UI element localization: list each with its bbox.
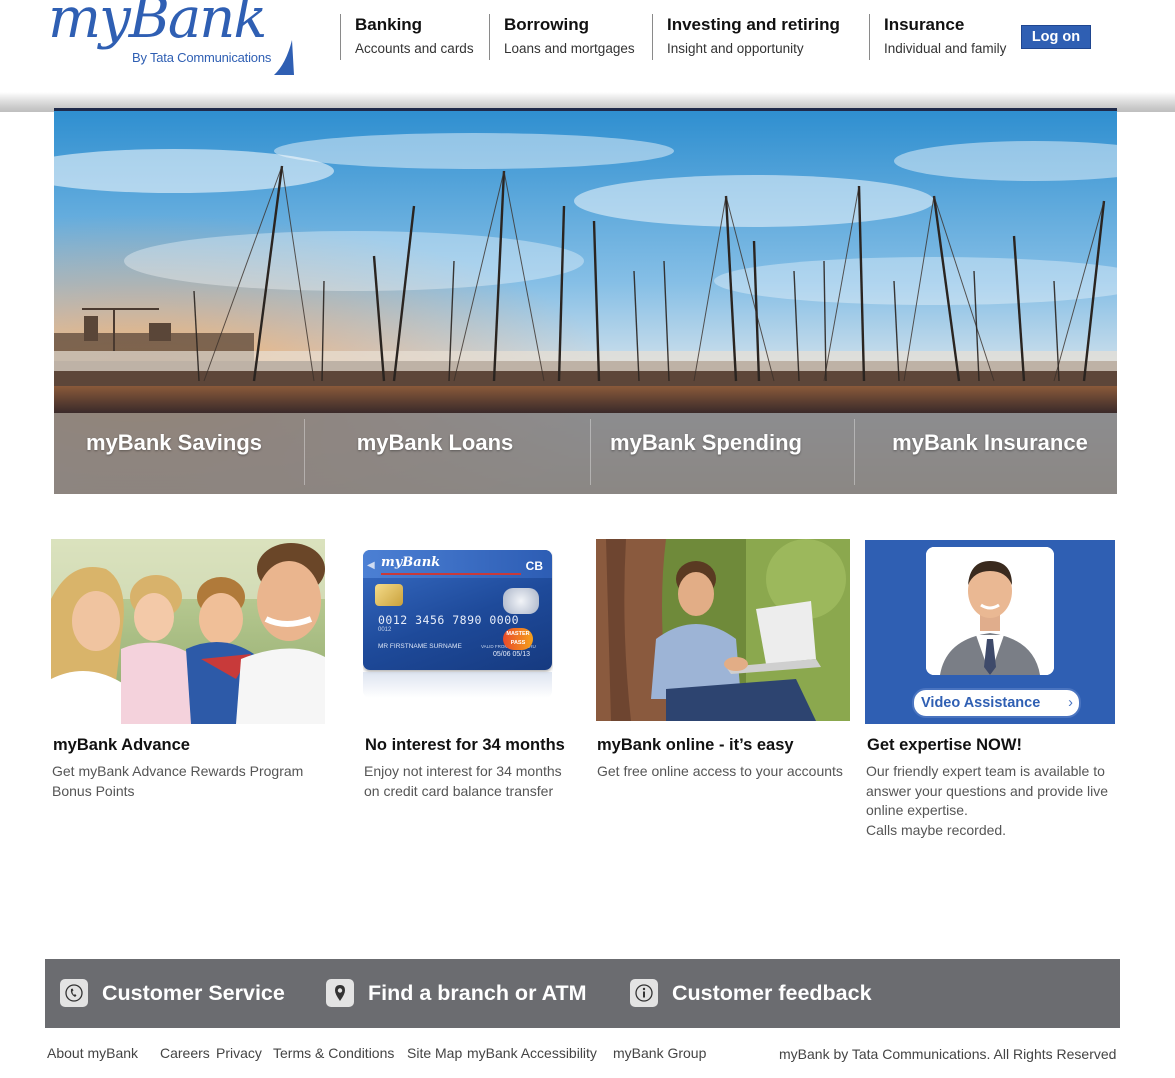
promo-card-image[interactable]: ◀ myBank CB 0012 3456 7890 0000 0012 MR … bbox=[363, 550, 553, 700]
nav-banking[interactable]: Banking Accounts and cards bbox=[340, 14, 474, 60]
promo-online-title[interactable]: myBank online - it’s easy bbox=[597, 736, 794, 755]
card-arrow-icon: ◀ bbox=[367, 560, 375, 571]
card-holder-name: MR FIRSTNAME SURNAME bbox=[378, 643, 462, 650]
copyright-text: myBank by Tata Communications. All Right… bbox=[779, 1046, 1117, 1062]
nav-borrowing-subtitle: Loans and mortgages bbox=[504, 41, 635, 56]
footer-link-accessibility[interactable]: myBank Accessibility bbox=[467, 1045, 597, 1061]
nav-borrowing[interactable]: Borrowing Loans and mortgages bbox=[489, 14, 635, 60]
card-chip-icon bbox=[375, 584, 403, 606]
nav-investing-subtitle: Insight and opportunity bbox=[667, 41, 804, 56]
promo-advance-description: Get myBank Advance Rewards Program Bonus… bbox=[52, 762, 342, 801]
nav-insurance-title: Insurance bbox=[884, 15, 965, 34]
card-brand: myBank bbox=[381, 555, 441, 570]
find-branch-label: Find a branch or ATM bbox=[368, 980, 587, 1005]
promo-advance-image[interactable] bbox=[51, 539, 325, 724]
sail-logo-icon bbox=[274, 40, 294, 75]
info-icon bbox=[630, 979, 658, 1007]
promo-expertise-desc-line: Calls maybe recorded. bbox=[866, 821, 1007, 838]
hero-banner: myBank Savings myBank Loans myBank Spend… bbox=[54, 111, 1117, 494]
promo-online-description: Get free online access to your accounts bbox=[597, 762, 857, 782]
card-hologram-icon bbox=[503, 588, 539, 614]
nav-banking-subtitle: Accounts and cards bbox=[355, 41, 474, 56]
card-small-number: 0012 bbox=[378, 627, 392, 633]
promo-online-desc-line: Get free online access to your accounts bbox=[597, 763, 843, 779]
card-number: 0012 3456 7890 0000 bbox=[378, 613, 520, 627]
nav-insurance-subtitle: Individual and family bbox=[884, 41, 1007, 56]
video-assistance-label: Video Assistance bbox=[921, 695, 1041, 711]
footer-link-group[interactable]: myBank Group bbox=[613, 1045, 706, 1061]
chevron-right-icon: › bbox=[1068, 695, 1073, 711]
logo[interactable]: myBank By Tata Communications bbox=[46, 0, 301, 82]
promo-expertise-description: Our friendly expert team is available to… bbox=[866, 762, 1136, 840]
man-with-laptop-photo bbox=[596, 539, 850, 721]
video-assistance-button[interactable]: Video Assistance › bbox=[912, 688, 1081, 718]
card-reflection bbox=[363, 672, 552, 698]
logon-button[interactable]: Log on bbox=[1021, 25, 1091, 49]
location-pin-icon bbox=[326, 979, 354, 1007]
card-red-line bbox=[381, 573, 521, 575]
promo-advance-desc-line: Get myBank Advance Rewards Program bbox=[52, 763, 304, 779]
promo-advance-desc-line: Bonus Points bbox=[52, 782, 135, 799]
promo-advance-title[interactable]: myBank Advance bbox=[53, 736, 190, 755]
logo-wordmark: myBank bbox=[48, 0, 267, 51]
footer-link-privacy[interactable]: Privacy bbox=[216, 1045, 262, 1061]
promo-expertise-title[interactable]: Get expertise NOW! bbox=[867, 736, 1022, 755]
promo-interest-desc-line: Enjoy not interest for 34 months bbox=[364, 763, 562, 779]
nav-investing-title: Investing and retiring bbox=[667, 15, 840, 34]
tab-mybank-spending[interactable]: myBank Spending bbox=[591, 413, 821, 494]
card-cb-badge: CB bbox=[525, 559, 543, 573]
footer-link-sitemap[interactable]: Site Map bbox=[407, 1045, 462, 1061]
footer-link-terms[interactable]: Terms & Conditions bbox=[273, 1045, 394, 1061]
footer-link-about[interactable]: About myBank bbox=[47, 1045, 138, 1061]
family-photo bbox=[51, 539, 325, 724]
customer-service-label: Customer Service bbox=[102, 980, 285, 1005]
card-network-logo: MASTER PASS bbox=[503, 628, 533, 650]
customer-feedback-link[interactable]: Customer feedback bbox=[630, 976, 872, 1010]
promo-online-image[interactable] bbox=[596, 539, 850, 721]
promo-interest-desc-line: on credit card balance transfer bbox=[364, 782, 554, 799]
footer-link-careers[interactable]: Careers bbox=[160, 1045, 210, 1061]
agent-portrait-photo bbox=[926, 547, 1054, 675]
nav-borrowing-title: Borrowing bbox=[504, 15, 589, 34]
tab-mybank-savings[interactable]: myBank Savings bbox=[54, 413, 294, 494]
promo-expertise-desc-line: Our friendly expert team is available to bbox=[866, 763, 1105, 779]
tab-mybank-loans[interactable]: myBank Loans bbox=[305, 413, 565, 494]
nav-banking-title: Banking bbox=[355, 15, 423, 34]
nav-insurance[interactable]: Insurance Individual and family bbox=[869, 14, 1006, 60]
credit-card-image: ◀ myBank CB 0012 3456 7890 0000 0012 MR … bbox=[363, 550, 552, 670]
find-branch-link[interactable]: Find a branch or ATM bbox=[326, 976, 587, 1010]
phone-icon bbox=[60, 979, 88, 1007]
promo-expertise-panel[interactable]: Video Assistance › bbox=[865, 540, 1115, 724]
promo-interest-description: Enjoy not interest for 34 months on cred… bbox=[364, 762, 584, 801]
footer-service-bar: Customer Service Find a branch or ATM Cu… bbox=[45, 959, 1120, 1028]
agent-portrait-frame bbox=[926, 547, 1054, 675]
promo-expertise-desc-line: answer your questions and provide live bbox=[866, 782, 1109, 799]
nav-investing[interactable]: Investing and retiring Insight and oppor… bbox=[652, 14, 840, 60]
customer-service-link[interactable]: Customer Service bbox=[60, 976, 285, 1010]
logo-tagline: By Tata Communications bbox=[132, 50, 272, 65]
customer-feedback-label: Customer feedback bbox=[672, 980, 872, 1005]
hero-product-tabs: myBank Savings myBank Loans myBank Spend… bbox=[54, 413, 1117, 494]
promo-expertise-desc-line: online expertise. bbox=[866, 802, 968, 818]
tab-mybank-insurance[interactable]: myBank Insurance bbox=[855, 413, 1117, 494]
promo-interest-title[interactable]: No interest for 34 months bbox=[365, 736, 565, 755]
card-dates: 05/06 05/13 bbox=[493, 651, 530, 658]
